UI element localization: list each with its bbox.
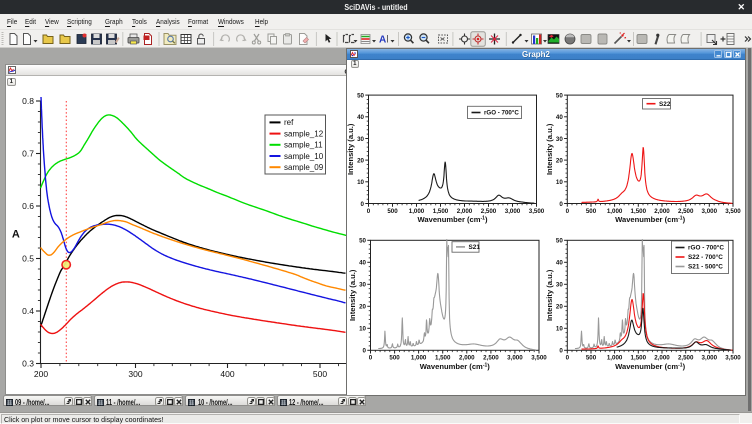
svg-text:2,500: 2,500 <box>678 354 694 361</box>
svg-text:Wavenumber (cm-1): Wavenumber (cm-1) <box>615 215 685 224</box>
svg-text:50: 50 <box>359 237 366 244</box>
svg-text:10: 10 <box>357 179 364 186</box>
svg-text:500: 500 <box>387 207 398 214</box>
svg-text:S21: S21 <box>469 244 481 251</box>
svg-text:Intensity (a.u.): Intensity (a.u.) <box>347 123 355 175</box>
svg-text:sample_12: sample_12 <box>284 129 324 138</box>
svg-text:200: 200 <box>33 369 47 379</box>
svg-text:50: 50 <box>556 237 563 244</box>
svg-text:3,000: 3,000 <box>702 207 718 214</box>
svg-text:40: 40 <box>357 114 364 121</box>
svg-text:1,000: 1,000 <box>411 354 427 361</box>
svg-text:3,000: 3,000 <box>507 354 523 361</box>
svg-text:50: 50 <box>357 92 364 99</box>
svg-text:Intensity (a.u.): Intensity (a.u.) <box>545 123 554 175</box>
svg-text:2,500: 2,500 <box>481 207 497 214</box>
svg-text:A: A <box>379 35 386 46</box>
svg-text:0.4: 0.4 <box>22 306 34 316</box>
svg-text:3,500: 3,500 <box>529 207 545 214</box>
svg-text:50: 50 <box>556 92 563 99</box>
svg-text:500: 500 <box>586 207 597 214</box>
svg-text:10: 10 <box>556 325 563 332</box>
svg-text:20: 20 <box>357 157 364 164</box>
svg-text:0.8: 0.8 <box>22 96 34 106</box>
svg-text:rGO - 700°C: rGO - 700°C <box>484 109 519 116</box>
svg-text:0: 0 <box>559 347 563 354</box>
svg-text:30: 30 <box>359 281 366 288</box>
svg-text:3,500: 3,500 <box>531 354 547 361</box>
svg-text:3,500: 3,500 <box>725 207 741 214</box>
svg-text:20: 20 <box>556 303 563 310</box>
svg-text:rGO - 700°C: rGO - 700°C <box>688 243 724 251</box>
svg-text:300: 300 <box>128 369 142 379</box>
svg-text:0.3: 0.3 <box>22 359 34 369</box>
svg-text:30: 30 <box>556 135 563 142</box>
svg-text:0.7: 0.7 <box>22 149 34 159</box>
svg-text:0: 0 <box>566 354 570 361</box>
svg-text:400: 400 <box>220 369 234 379</box>
svg-text:2,000: 2,000 <box>654 207 670 214</box>
svg-text:Intensity (a.u.): Intensity (a.u.) <box>348 269 357 321</box>
svg-text:0: 0 <box>369 354 373 361</box>
svg-text:sample_11: sample_11 <box>284 141 323 150</box>
svg-text:10: 10 <box>556 179 563 186</box>
svg-text:2,000: 2,000 <box>654 354 670 361</box>
svg-text:A: A <box>11 229 19 241</box>
svg-text:500: 500 <box>389 354 400 361</box>
svg-text:1,500: 1,500 <box>435 354 451 361</box>
svg-text:0: 0 <box>363 347 367 354</box>
svg-text:Wavenumber (cm-1): Wavenumber (cm-1) <box>420 361 490 370</box>
svg-text:2,500: 2,500 <box>483 354 499 361</box>
svg-text:0: 0 <box>559 200 563 207</box>
svg-text:30: 30 <box>556 281 563 288</box>
svg-text:1,000: 1,000 <box>409 207 425 214</box>
svg-text:0.6: 0.6 <box>22 201 34 211</box>
svg-text:sample_10: sample_10 <box>284 152 324 161</box>
svg-text:Wavenumber (cm-1): Wavenumber (cm-1) <box>418 215 488 224</box>
svg-text:S22: S22 <box>659 100 671 107</box>
svg-text:10: 10 <box>359 325 366 332</box>
svg-text:sample_09: sample_09 <box>284 163 324 172</box>
svg-text:20: 20 <box>359 303 366 310</box>
svg-text:Intensity (a.u.): Intensity (a.u.) <box>545 269 554 321</box>
svg-text:Wavenumber (cm-1): Wavenumber (cm-1) <box>615 361 685 370</box>
svg-text:40: 40 <box>359 259 366 266</box>
svg-text:ref: ref <box>284 118 294 127</box>
svg-text:40: 40 <box>556 259 563 266</box>
svg-text:1,500: 1,500 <box>631 354 647 361</box>
svg-text:30: 30 <box>357 135 364 142</box>
svg-text:3,500: 3,500 <box>725 354 741 361</box>
svg-text:3,000: 3,000 <box>505 207 521 214</box>
svg-text:S21 - 500°C: S21 - 500°C <box>688 262 723 270</box>
svg-text:0: 0 <box>361 200 365 207</box>
svg-text:1,000: 1,000 <box>607 354 623 361</box>
svg-text:1,000: 1,000 <box>607 207 623 214</box>
svg-text:2,000: 2,000 <box>459 354 475 361</box>
svg-text:500: 500 <box>312 369 326 379</box>
svg-text:0.5: 0.5 <box>22 254 34 264</box>
svg-text:0: 0 <box>566 207 570 214</box>
svg-text:500: 500 <box>586 354 597 361</box>
svg-text:2,000: 2,000 <box>457 207 473 214</box>
svg-text:1,500: 1,500 <box>631 207 647 214</box>
svg-text:3,000: 3,000 <box>702 354 718 361</box>
svg-text:0: 0 <box>367 207 371 214</box>
svg-text:S22 - 700°C: S22 - 700°C <box>688 253 723 261</box>
svg-text:2,500: 2,500 <box>678 207 694 214</box>
svg-text:1,500: 1,500 <box>433 207 449 214</box>
svg-text:20: 20 <box>556 157 563 164</box>
svg-text:40: 40 <box>556 114 563 121</box>
